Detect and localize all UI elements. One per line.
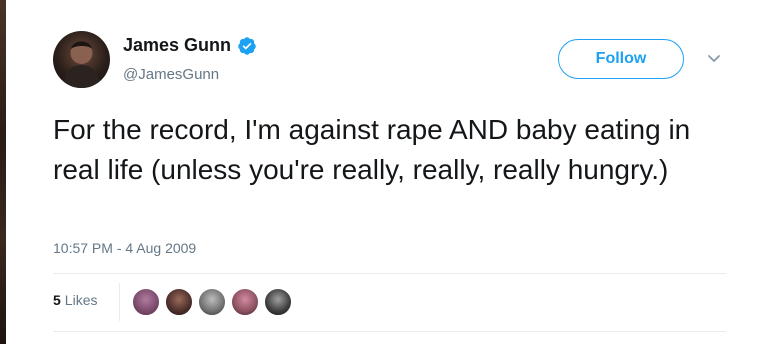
likes-separator [119, 283, 120, 321]
likes-link[interactable]: 5 Likes [53, 292, 97, 308]
author-name-text[interactable]: James Gunn [123, 35, 231, 56]
liker-avatar[interactable] [230, 287, 260, 317]
background-edge [0, 0, 6, 344]
liker-avatar[interactable] [164, 287, 194, 317]
follow-button[interactable]: Follow [558, 39, 684, 79]
author-name[interactable]: James Gunn [123, 35, 257, 56]
divider-bottom [53, 331, 726, 332]
tweet-text: For the record, I'm against rape AND bab… [53, 114, 691, 185]
chevron-down-icon[interactable] [706, 53, 722, 65]
liker-avatar[interactable] [263, 287, 293, 317]
verified-badge-icon [238, 36, 256, 55]
divider-top [53, 273, 726, 274]
tweet-timestamp[interactable]: 10:57 PM - 4 Aug 2009 [53, 240, 196, 256]
author-handle[interactable]: @JamesGunn [123, 66, 219, 83]
profile-photo-icon [63, 41, 100, 88]
likes-label: Likes [64, 292, 98, 308]
likes-count: 5 [53, 292, 61, 308]
liker-avatars [131, 287, 296, 317]
liker-avatar[interactable] [131, 287, 161, 317]
author-avatar[interactable] [53, 31, 110, 88]
liker-avatar[interactable] [197, 287, 227, 317]
tweet-card: James Gunn @JamesGunn Follow For the rec… [0, 0, 767, 344]
